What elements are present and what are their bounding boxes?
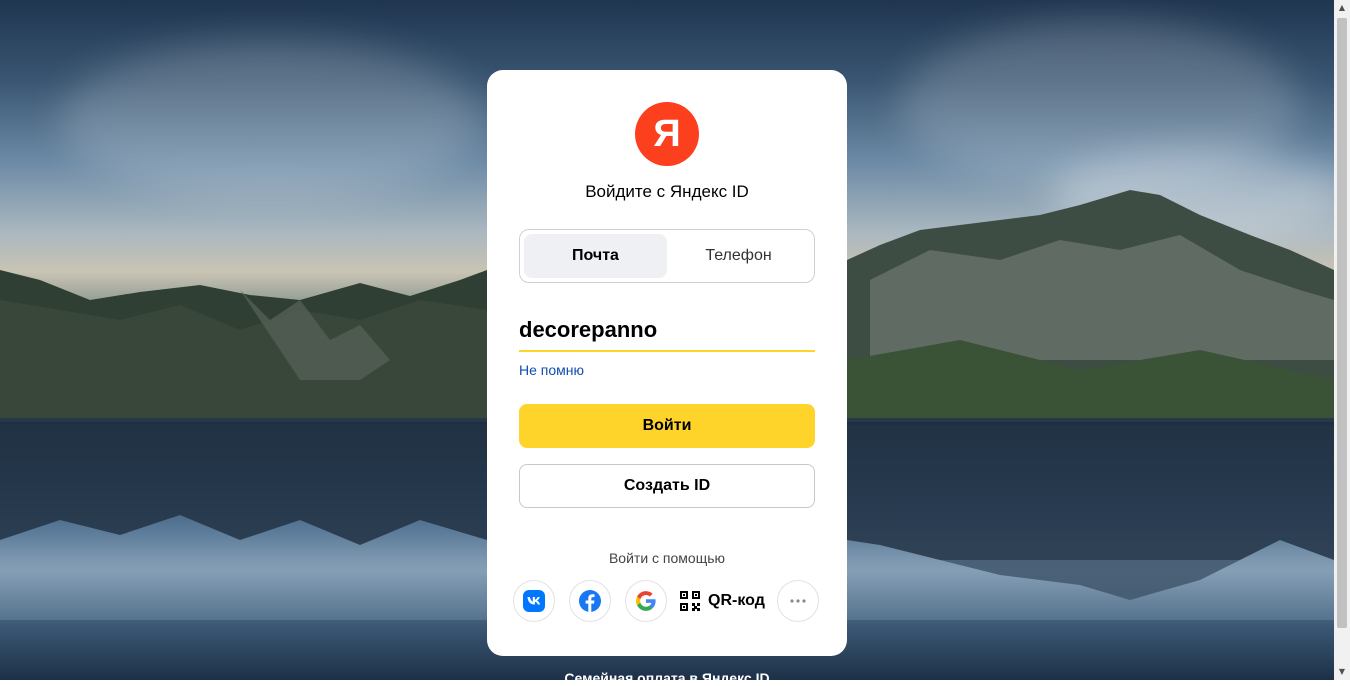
vk-icon: [523, 590, 545, 612]
tab-phone[interactable]: Телефон: [667, 234, 810, 278]
more-dots-icon: [790, 599, 806, 603]
login-button[interactable]: Войти: [519, 404, 815, 448]
yandex-logo-icon: Я: [635, 102, 699, 166]
vk-login-button[interactable]: [513, 580, 555, 622]
scroll-down-arrow-icon[interactable]: ▼: [1334, 664, 1350, 680]
qr-code-icon: [680, 591, 700, 611]
login-method-tabs: Почта Телефон: [519, 229, 815, 283]
google-login-button[interactable]: [625, 580, 667, 622]
scrollbar[interactable]: ▲ ▼: [1334, 0, 1350, 680]
qr-login-label: QR-код: [708, 592, 765, 609]
forgot-login-link[interactable]: Не помню: [519, 362, 584, 378]
scrollbar-thumb[interactable]: [1337, 18, 1347, 628]
more-options-button[interactable]: [777, 580, 819, 622]
scroll-up-arrow-icon[interactable]: ▲: [1334, 0, 1350, 16]
login-input-underline: [519, 350, 815, 352]
login-card: Я Войдите с Яндекс ID Почта Телефон Не п…: [487, 70, 847, 656]
login-input[interactable]: [519, 310, 815, 350]
qr-login-button[interactable]: QR-код: [680, 580, 765, 622]
family-payment-link[interactable]: Семейная оплата в Яндекс ID: [487, 670, 847, 686]
google-icon: [636, 591, 656, 611]
facebook-icon: [579, 590, 601, 612]
page-title: Войдите с Яндекс ID: [585, 182, 749, 201]
create-id-button[interactable]: Создать ID: [519, 464, 815, 508]
tab-email[interactable]: Почта: [524, 234, 667, 278]
social-login-caption: Войти с помощью: [608, 550, 726, 566]
facebook-login-button[interactable]: [569, 580, 611, 622]
